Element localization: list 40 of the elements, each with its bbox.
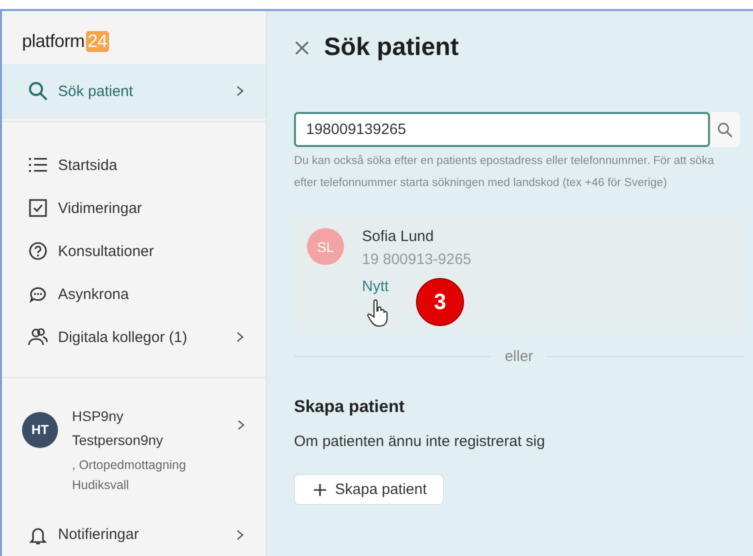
hand-cursor-icon [366,299,390,327]
sidebar-item[interactable]: Startsida [2,144,266,187]
help-text: Du kan också söka efter en patients epostadress eller telefonnummer. För att söka efter telefonnummer starta sökningen med landskod (tex +46 för Sverige) [294,154,715,191]
sidebar-item-label: Asynkrona [58,286,130,303]
patient-avatar: SL [307,228,344,265]
sidebar-item-label: Notifieringar [58,526,140,543]
sidebar-item[interactable]: Konsultationer [2,230,266,273]
search-field[interactable]: 198009139265 [294,112,710,147]
section-heading: Skapa patient [294,397,406,417]
sidebar-item[interactable]: Digitala kollegor (1) [2,316,266,359]
section-text: Om patienten ännu inte registrerat sig [294,433,546,450]
user-name[interactable]: HSP9ny Testperson9ny [72,404,192,452]
user-unit: , Ortopedmottagning Hudiksvall [72,456,187,494]
page-title: Sök patient [324,33,459,62]
step-marker: 3 [416,278,464,326]
sidebar-item-label: Sök patient [58,82,134,100]
patient-name: Sofia Lund [362,228,434,245]
sidebar-item-label: Startsida [58,156,118,174]
patient-card[interactable]: SL Sofia Lund 19 800913-9265 Nytt 3 [294,216,744,332]
question-icon [28,241,48,262]
search-button[interactable] [710,112,740,147]
sidebar-item[interactable]: Vidimeringar [2,186,266,230]
sidebar-item[interactable]: Sök patient [2,64,266,119]
new-link[interactable]: Nytt [362,278,389,295]
plus-icon [313,482,327,496]
search-icon [28,81,48,102]
sidebar-item-label: Konsultationer [58,242,155,260]
search-icon [717,122,733,138]
close-icon[interactable] [294,40,310,56]
sidebar-item[interactable]: Asynkrona [2,272,266,316]
sidebar-item-label: Vidimeringar [58,200,143,217]
sidebar-item[interactable]: Notifieringar [2,512,266,556]
create-patient-button[interactable]: Skapa patient [294,474,444,505]
people-icon [28,327,48,348]
patient-id: 19 800913-9265 [362,251,472,268]
user-avatar[interactable]: HT [22,412,58,448]
divider-label: eller [504,348,534,365]
logo: platform 24 [21,30,110,54]
checkbox-icon [28,198,48,218]
sidebar-item-label: Digitala kollegor (1) [58,328,188,346]
